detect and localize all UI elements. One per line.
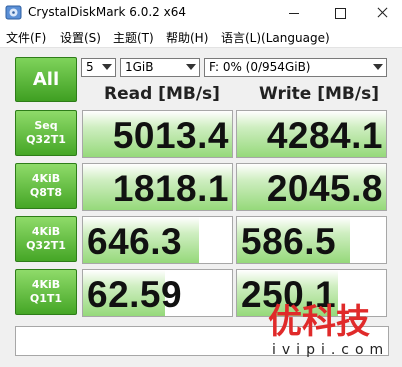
disk-app-icon bbox=[5, 5, 22, 20]
4kib-q8t8-button[interactable]: 4KiB Q8T8 bbox=[15, 163, 77, 209]
drive-select[interactable]: F: 0% (0/954GiB) bbox=[204, 58, 387, 77]
read-value: 1818.1 bbox=[112, 168, 229, 209]
minimize-button[interactable] bbox=[272, 0, 316, 26]
4kib-q32t1-read-result: 646.3 bbox=[82, 216, 233, 264]
write-value: 2045.8 bbox=[266, 168, 383, 209]
test-name-line1: 4KiB bbox=[31, 278, 61, 291]
menu-settings[interactable]: 设置(S) bbox=[60, 29, 101, 46]
run-all-button[interactable]: All bbox=[15, 57, 77, 102]
4kib-q32t1-write-result: 586.5 bbox=[236, 216, 387, 264]
maximize-button[interactable] bbox=[318, 0, 362, 26]
menu-bar: 文件(F) 设置(S) 主题(T) 帮助(H) 语言(L)(Language) bbox=[0, 26, 402, 48]
read-column-header: Read [MB/s] bbox=[104, 84, 220, 104]
test-count-select[interactable]: 5 bbox=[81, 58, 116, 77]
menu-theme[interactable]: 主题(T) bbox=[113, 29, 154, 46]
4kib-q8t8-read-result: 1818.1 bbox=[82, 163, 233, 211]
menu-language[interactable]: 语言(L)(Language) bbox=[221, 29, 330, 46]
read-value: 646.3 bbox=[87, 221, 183, 262]
test-size-select[interactable]: 1GiB bbox=[120, 58, 200, 77]
close-button[interactable] bbox=[360, 0, 402, 26]
write-value: 4284.1 bbox=[266, 115, 383, 156]
test-name-line1: 4KiB bbox=[31, 225, 61, 238]
test-count-value: 5 bbox=[86, 60, 94, 74]
window-title: CrystalDiskMark 6.0.2 x64 bbox=[28, 5, 186, 19]
watermark: 优科技 ivipi.com bbox=[268, 300, 396, 364]
chevron-down-icon bbox=[186, 64, 196, 70]
seq-q32t1-button[interactable]: Seq Q32T1 bbox=[15, 110, 77, 156]
4kib-q1t1-button[interactable]: 4KiB Q1T1 bbox=[15, 269, 77, 315]
test-name-line2: Q32T1 bbox=[26, 239, 66, 252]
4kib-q1t1-read-result: 62.59 bbox=[82, 269, 233, 317]
test-size-value: 1GiB bbox=[125, 60, 154, 74]
chevron-down-icon bbox=[373, 64, 383, 70]
drive-value: F: 0% (0/954GiB) bbox=[209, 60, 311, 74]
seq-q32t1-read-result: 5013.4 bbox=[82, 110, 233, 158]
test-name-line2: Q8T8 bbox=[29, 186, 63, 199]
menu-file[interactable]: 文件(F) bbox=[6, 29, 46, 46]
seq-q32t1-write-result: 4284.1 bbox=[236, 110, 387, 158]
test-name-line1: Seq bbox=[34, 119, 58, 132]
read-value: 62.59 bbox=[87, 274, 183, 315]
menu-help[interactable]: 帮助(H) bbox=[166, 29, 208, 46]
test-name-line2: Q1T1 bbox=[29, 292, 63, 305]
watermark-site: ivipi.com bbox=[272, 342, 390, 358]
write-value: 586.5 bbox=[241, 221, 337, 262]
write-column-header: Write [MB/s] bbox=[259, 84, 379, 104]
read-value: 5013.4 bbox=[112, 115, 229, 156]
title-bar: CrystalDiskMark 6.0.2 x64 bbox=[0, 0, 402, 26]
test-name-line2: Q32T1 bbox=[26, 133, 66, 146]
4kib-q32t1-button[interactable]: 4KiB Q32T1 bbox=[15, 216, 77, 262]
watermark-brand: 优科技 bbox=[268, 302, 370, 342]
test-name-line1: 4KiB bbox=[31, 172, 61, 185]
chevron-down-icon bbox=[102, 64, 112, 70]
4kib-q8t8-write-result: 2045.8 bbox=[236, 163, 387, 211]
